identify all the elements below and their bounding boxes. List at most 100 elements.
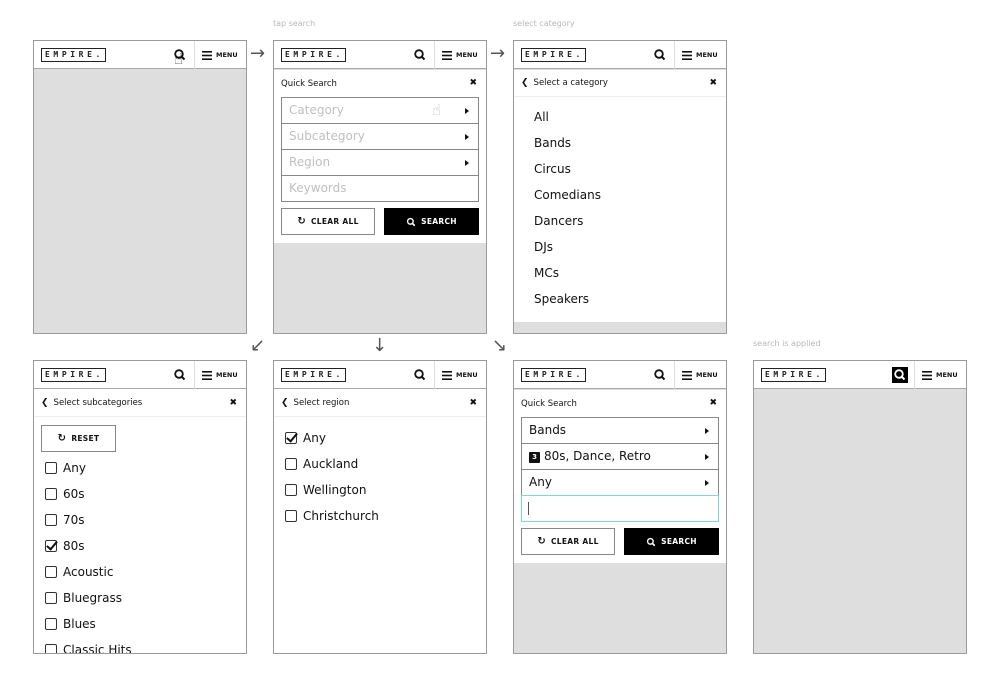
category-item[interactable]: Circus	[534, 162, 571, 176]
category-item[interactable]: All	[534, 110, 549, 124]
divider	[674, 361, 675, 389]
option-label: 80s	[63, 539, 85, 553]
search-icon[interactable]	[172, 367, 188, 383]
count-badge: 3	[529, 452, 540, 463]
category-item[interactable]: MCs	[534, 266, 559, 280]
logo[interactable]: EMPIRE.	[41, 48, 106, 62]
reset-button[interactable]: ↻ RESET	[41, 425, 116, 452]
subcategory-option[interactable]: Classic Hits	[45, 643, 132, 654]
close-icon[interactable]: ✖	[469, 398, 477, 408]
menu-label: MENU	[696, 371, 718, 379]
option-label: 70s	[63, 513, 85, 527]
search-icon[interactable]	[652, 47, 668, 63]
site-header: EMPIRE. MENU	[514, 361, 726, 389]
option-label: 60s	[63, 487, 85, 501]
hand-pointer-icon: ☝	[174, 50, 184, 68]
divider	[434, 361, 435, 389]
option-label: Any	[63, 461, 86, 475]
search-icon[interactable]	[412, 367, 428, 383]
subcategory-field[interactable]: Subcategory	[281, 123, 479, 150]
category-item[interactable]: Speakers	[534, 292, 589, 306]
logo[interactable]: EMPIRE.	[521, 368, 586, 382]
search-icon[interactable]	[412, 47, 428, 63]
menu-button[interactable]: MENU	[202, 369, 238, 381]
checkbox[interactable]	[285, 510, 297, 522]
category-item[interactable]: Dancers	[534, 214, 583, 228]
logo[interactable]: EMPIRE.	[281, 368, 346, 382]
close-icon[interactable]: ✖	[709, 78, 717, 88]
category-item[interactable]: Bands	[534, 136, 571, 150]
logo[interactable]: EMPIRE.	[41, 368, 106, 382]
region-option[interactable]: Christchurch	[285, 509, 379, 523]
subcategory-option[interactable]: Any	[45, 461, 86, 475]
menu-button[interactable]: MENU	[442, 49, 478, 61]
divider	[434, 41, 435, 69]
menu-label: MENU	[936, 371, 958, 379]
subcategory-option[interactable]: Blues	[45, 617, 96, 631]
menu-button[interactable]: MENU	[202, 49, 238, 61]
logo[interactable]: EMPIRE.	[281, 48, 346, 62]
option-label: Classic Hits	[63, 643, 132, 654]
checkbox-checked[interactable]	[45, 540, 57, 552]
menu-button[interactable]: MENU	[682, 369, 718, 381]
search-icon-active[interactable]	[892, 367, 908, 383]
category-field[interactable]: Category ☝	[281, 97, 479, 124]
region-field[interactable]: Any	[521, 469, 719, 496]
subcategory-option[interactable]: 70s	[45, 513, 85, 527]
subcategory-placeholder: Subcategory	[289, 129, 365, 143]
checkbox[interactable]	[285, 458, 297, 470]
menu-button[interactable]: MENU	[682, 49, 718, 61]
category-field[interactable]: Bands	[521, 417, 719, 444]
subcategory-option[interactable]: 80s	[45, 539, 85, 553]
panel-title-text: Quick Search	[281, 78, 337, 89]
checkbox-checked[interactable]	[285, 432, 297, 444]
hand-pointer-icon: ☝	[432, 101, 442, 119]
search-button[interactable]: SEARCH	[624, 528, 719, 555]
subcategory-option[interactable]: Bluegrass	[45, 591, 122, 605]
search-button[interactable]: SEARCH	[384, 208, 479, 235]
region-option[interactable]: Any	[285, 431, 326, 445]
screen-home: EMPIRE. ☝ MENU	[33, 40, 247, 334]
checkbox[interactable]	[45, 566, 57, 578]
caret-right-icon	[465, 108, 469, 114]
checkbox[interactable]	[285, 484, 297, 496]
subcategory-field[interactable]: 3 80s, Dance, Retro	[521, 443, 719, 470]
region-option[interactable]: Auckland	[285, 457, 358, 471]
checkbox[interactable]	[45, 644, 57, 653]
chevron-left-icon[interactable]: ❮	[521, 78, 529, 88]
checkbox[interactable]	[45, 618, 57, 630]
panel-title: ❮ Select a category ✖	[514, 70, 726, 97]
arrow-right-icon: →	[490, 43, 506, 64]
screen-quick-search-filled: EMPIRE. MENU Quick Search ✖ Bands 3 80s, …	[513, 360, 727, 654]
keywords-input[interactable]: Keywords	[281, 175, 479, 202]
logo[interactable]: EMPIRE.	[521, 48, 586, 62]
chevron-left-icon[interactable]: ❮	[281, 398, 289, 408]
region-option[interactable]: Wellington	[285, 483, 366, 497]
checkbox[interactable]	[45, 488, 57, 500]
clear-all-button[interactable]: ↻ CLEAR ALL	[521, 528, 615, 555]
search-label: SEARCH	[661, 537, 697, 546]
category-item[interactable]: Comedians	[534, 188, 601, 202]
menu-button[interactable]: MENU	[922, 369, 958, 381]
checkbox[interactable]	[45, 592, 57, 604]
keywords-input[interactable]	[521, 495, 719, 522]
category-item[interactable]: DJs	[534, 240, 553, 254]
logo[interactable]: EMPIRE.	[761, 368, 826, 382]
chevron-left-icon[interactable]: ❮	[41, 398, 49, 408]
close-icon[interactable]: ✖	[229, 398, 237, 408]
subcategory-option[interactable]: 60s	[45, 487, 85, 501]
search-icon[interactable]	[652, 367, 668, 383]
category-value: Bands	[529, 423, 567, 437]
region-field[interactable]: Region	[281, 149, 479, 176]
screen-search-applied: EMPIRE. MENU	[753, 360, 967, 654]
checkbox[interactable]	[45, 514, 57, 526]
site-header: EMPIRE. MENU	[274, 41, 486, 69]
subcategory-option[interactable]: Acoustic	[45, 565, 113, 579]
clear-all-label: CLEAR ALL	[551, 537, 599, 546]
close-icon[interactable]: ✖	[469, 78, 477, 88]
menu-label: MENU	[456, 371, 478, 379]
menu-button[interactable]: MENU	[442, 369, 478, 381]
checkbox[interactable]	[45, 462, 57, 474]
close-icon[interactable]: ✖	[709, 398, 717, 408]
clear-all-button[interactable]: ↻ CLEAR ALL	[281, 208, 375, 235]
